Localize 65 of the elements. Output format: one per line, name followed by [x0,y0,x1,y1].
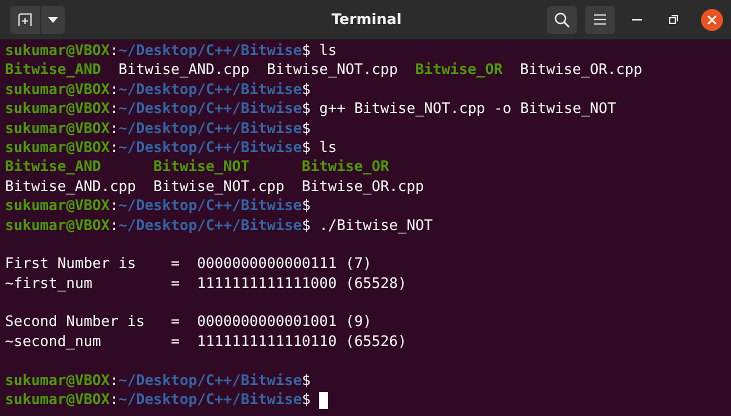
prompt-path: ~/Desktop/C++/Bitwise [118,80,302,100]
text-cursor [319,392,328,410]
close-icon [707,14,718,24]
file-name: Bitwise_NOT.cpp [153,178,284,195]
executable-name: Bitwise_NOT [153,159,250,176]
file-name: Bitwise_AND.cpp [5,178,136,195]
dropdown-button[interactable] [40,6,65,34]
file-name: Bitwise_OR.cpp [302,178,424,195]
close-button[interactable] [701,8,724,30]
window-title: Terminal [331,12,402,28]
terminal-text: $ ./Bitwise_NOT [302,216,433,236]
prompt-path: ~/Desktop/C++/Bitwise [118,216,302,236]
minimize-icon [632,18,642,20]
terminal-text: : [110,138,118,158]
menu-button[interactable] [585,6,616,34]
new-tab-icon [17,12,33,28]
prompt-path: ~/Desktop/C++/Bitwise [118,100,302,120]
caret-icon [48,16,58,22]
terminal-text: ~second_num = 1111111111110110 (65526) [5,332,407,352]
terminal-text: First Number is = 0000000000000111 (7) [5,255,372,274]
file-name: Bitwise_AND.cpp [118,62,250,78]
search-button[interactable] [547,6,578,34]
terminal-text: Second Number is = 0000000000001001 (9) [5,313,372,332]
executable-name: Bitwise_OR [302,159,390,176]
terminal-text: : [110,391,118,410]
restore-icon [668,15,678,24]
prompt-user: sukumar@VBOX [5,80,110,100]
new-tab-button[interactable] [10,6,40,34]
terminal-text: $ ls [302,138,337,158]
prompt-path: ~/Desktop/C++/Bitwise [118,42,302,61]
terminal-text: : [110,100,118,120]
prompt-path: ~/Desktop/C++/Bitwise [118,120,302,139]
prompt-user: sukumar@VBOX [5,120,110,139]
prompt-user: sukumar@VBOX [5,138,110,158]
terminal-text: $ [302,372,311,391]
search-icon [554,12,570,28]
menu-icon [594,14,606,25]
terminal-text: $ [302,120,311,139]
prompt-user: sukumar@VBOX [5,372,110,391]
prompt-user: sukumar@VBOX [5,197,110,216]
terminal-text: $ ls [302,42,337,61]
prompt-user: sukumar@VBOX [5,100,110,120]
terminal-text: : [110,42,118,61]
terminal-text: $ g++ Bitwise_NOT.cpp -o Bitwise_NOT [302,100,616,120]
terminal-text: : [110,372,118,391]
file-name: Bitwise_NOT.cpp [266,62,398,78]
prompt-user: sukumar@VBOX [5,216,110,236]
prompt-path: ~/Desktop/C++/Bitwise [118,372,302,391]
executable-name: Bitwise_AND [5,62,102,78]
prompt-path: ~/Desktop/C++/Bitwise [118,138,302,158]
executable-name: Bitwise_OR [415,62,503,78]
terminal-text: : [110,216,118,236]
terminal-text: $ [302,80,311,100]
terminal-text: ~first_num = 1111111111111000 (65528) [5,274,407,294]
terminal-text: : [110,120,118,139]
prompt-path: ~/Desktop/C++/Bitwise [118,391,302,410]
terminal-text: : [110,80,118,100]
executable-name: Bitwise_AND [5,159,102,176]
prompt-user: sukumar@VBOX [5,42,110,61]
terminal-text: : [110,197,118,216]
terminal-text: $ [302,197,311,216]
prompt-path: ~/Desktop/C++/Bitwise [118,197,302,216]
prompt-user: sukumar@VBOX [5,391,110,410]
terminal-text: $ [302,391,311,410]
file-name: Bitwise_OR.cpp [520,62,642,78]
